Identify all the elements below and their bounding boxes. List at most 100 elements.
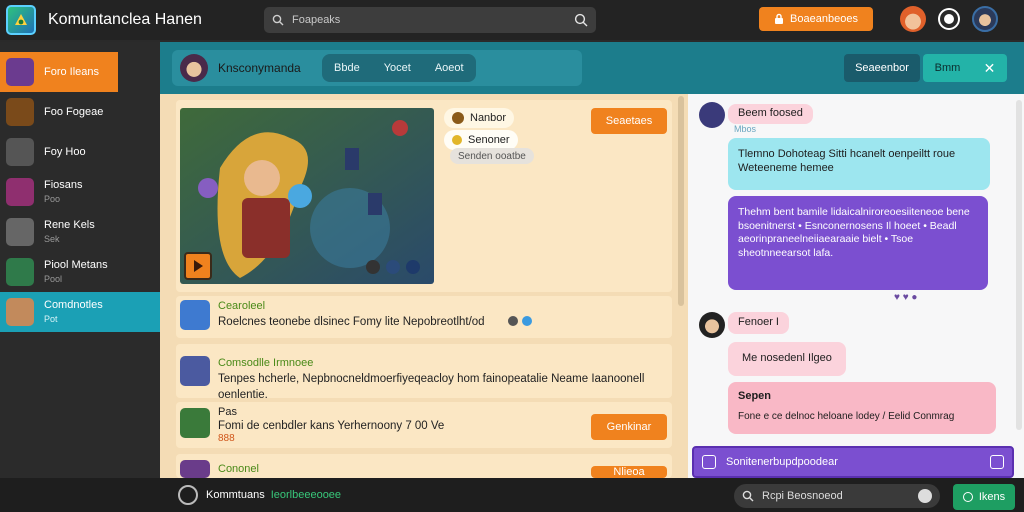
message-text: Beem foosed xyxy=(738,107,803,119)
avatar xyxy=(6,218,34,246)
sidebar-item-label: Piool Metans xyxy=(44,259,108,271)
chip-2[interactable]: Senden ooatbe xyxy=(450,148,534,164)
sidebar-item-label: Foro Ileans xyxy=(44,66,100,78)
sidebar-item-4[interactable]: Rene Kels Sek xyxy=(0,212,160,252)
avatar[interactable] xyxy=(180,408,210,438)
tab-0[interactable]: Bbde xyxy=(322,54,372,82)
video-action-button[interactable]: Seaetaes xyxy=(591,108,667,134)
verified-icon xyxy=(522,316,532,326)
bottom-status-text: Ieorlbeeeooee xyxy=(270,489,342,501)
post-extra: 888 xyxy=(218,433,235,444)
attach-icon[interactable] xyxy=(990,455,1004,469)
post-text: Roelcnes teonebe dlsinec Fomy lite Nepob… xyxy=(218,316,485,328)
message-text: Tlemno Dohoteag Sitti hcanelt oenpeiltt … xyxy=(738,148,956,174)
play-button[interactable] xyxy=(184,252,212,280)
camera-icon[interactable] xyxy=(940,10,958,28)
reaction-icons xyxy=(508,316,532,326)
game-logo-icon[interactable] xyxy=(6,5,36,35)
video-player[interactable] xyxy=(180,108,434,284)
search-input[interactable]: Foapeaks xyxy=(292,14,574,26)
sidebar-item-2[interactable]: Foy Hoo xyxy=(0,132,160,172)
post-author[interactable]: Cearoleel xyxy=(218,300,265,312)
chip-label: Senoner xyxy=(468,134,510,146)
avatar xyxy=(6,58,34,86)
sidebar-item-5[interactable]: Piool Metans Pool xyxy=(0,252,160,292)
channel-avatar[interactable] xyxy=(180,54,208,82)
status-icon[interactable] xyxy=(178,485,198,505)
avatar[interactable] xyxy=(699,102,725,128)
search-icon xyxy=(272,14,284,26)
emoji-icon[interactable] xyxy=(918,489,932,503)
send-button[interactable]: Ikens xyxy=(953,484,1015,510)
avatar xyxy=(6,138,34,166)
message-text: Thehm bent bamile lidaicalniroreoesiiten… xyxy=(738,206,970,259)
avatar xyxy=(6,298,34,326)
message-text: Fenoer I xyxy=(738,316,779,328)
post-author[interactable]: Pas xyxy=(218,406,237,418)
chip-label: Nanbor xyxy=(470,112,507,124)
feed-scrollbar[interactable] xyxy=(678,96,684,306)
post-author[interactable]: Cononel xyxy=(218,463,259,475)
search-submit-icon[interactable] xyxy=(574,13,588,27)
close-icon[interactable]: ✕ xyxy=(984,60,996,77)
footer-search[interactable]: Rcpi Beosnoeod xyxy=(734,484,940,508)
message-text: Sepen xyxy=(738,390,772,402)
sidebar-item-label: Foy Hoo xyxy=(44,146,86,158)
chip-1[interactable]: Senoner xyxy=(444,130,518,150)
avatar[interactable] xyxy=(180,460,210,478)
post-action-button[interactable]: Nlieoa xyxy=(591,466,667,478)
settings-icon[interactable] xyxy=(366,260,380,274)
sidebar-item-label: Fiosans xyxy=(44,179,83,191)
sidebar-item-label: Comdnotles xyxy=(44,299,103,311)
sidebar-item-sub: Sek xyxy=(44,234,60,244)
fullscreen-icon[interactable] xyxy=(406,260,420,274)
sidebar-item-sub: Pot xyxy=(44,314,58,324)
avatar[interactable] xyxy=(180,300,210,330)
sidebar-item-3[interactable]: Fiosans Poo xyxy=(0,172,160,212)
profile-avatar[interactable] xyxy=(972,6,998,32)
avatar xyxy=(6,178,34,206)
reaction-icon[interactable] xyxy=(508,316,518,326)
avatar xyxy=(6,98,34,126)
bottom-user-label: Kommtuans xyxy=(206,489,265,501)
header-teal-button[interactable]: Bmm ✕ xyxy=(923,54,1007,82)
avatar xyxy=(6,258,34,286)
top-action-button[interactable]: Boaeanbeoes xyxy=(759,7,873,31)
sidebar-item-1[interactable]: Foo Fogeae xyxy=(0,92,160,132)
video-controls xyxy=(366,260,420,274)
volume-icon[interactable] xyxy=(386,260,400,274)
user-avatar-redhair[interactable] xyxy=(900,6,926,32)
avatar[interactable] xyxy=(699,312,725,338)
compose-box[interactable]: Sonitenerbupdpoodear xyxy=(692,446,1014,478)
chip-0[interactable]: Nanbor xyxy=(444,108,515,128)
sidebar-item-0[interactable]: Foro Ileans xyxy=(0,52,118,92)
chat-scrollbar[interactable] xyxy=(1016,100,1022,430)
bottom-left-area xyxy=(0,478,160,512)
message-extra: Fone e ce delnoc heloane lodey / Eelid C… xyxy=(738,410,955,422)
emoji-icon[interactable] xyxy=(702,455,716,469)
sidebar-item-sub: Poo xyxy=(44,194,61,204)
compose-input[interactable]: Sonitenerbupdpoodear xyxy=(726,456,980,468)
avatar[interactable] xyxy=(180,356,210,386)
sidebar: Foro Ileans Foo Fogeae Foy Hoo Fiosans Po… xyxy=(0,42,160,478)
chat-message: Me nosedenl Ilgeo xyxy=(728,342,846,376)
sidebar-item-label: Foo Fogeae xyxy=(44,106,104,118)
sidebar-item-6[interactable]: Comdnotles Pot xyxy=(0,292,160,332)
header-teal-label: Bmm xyxy=(934,62,961,74)
chat-message: Beem foosed xyxy=(728,104,813,124)
chip-label: Senden ooatbe xyxy=(458,150,526,162)
channel-name: Knsconymanda xyxy=(218,61,301,75)
message-reactions: ♥ ♥ ● xyxy=(894,292,918,303)
tab-1[interactable]: Yocet xyxy=(372,54,423,82)
post-text: Fomi de cenbdler kans Yerhernoony 7 00 V… xyxy=(218,420,445,432)
tab-2[interactable]: Aoeot xyxy=(423,54,476,82)
channel-tabs: Bbde Yocet Aoeot xyxy=(322,54,476,82)
post-author[interactable]: Comsodlle Irmnoee xyxy=(218,357,313,369)
sidebar-item-sub: Pool xyxy=(44,274,63,284)
post-action-button[interactable]: Genkinar xyxy=(591,414,667,440)
footer-search-input[interactable]: Rcpi Beosnoeod xyxy=(762,490,910,502)
chat-message: Fenoer I xyxy=(728,312,789,334)
sidebar-item-label: Rene Kels xyxy=(44,219,95,231)
header-dark-button[interactable]: Seaeenbor xyxy=(844,54,920,82)
search-bar[interactable]: Foapeaks xyxy=(264,7,596,33)
